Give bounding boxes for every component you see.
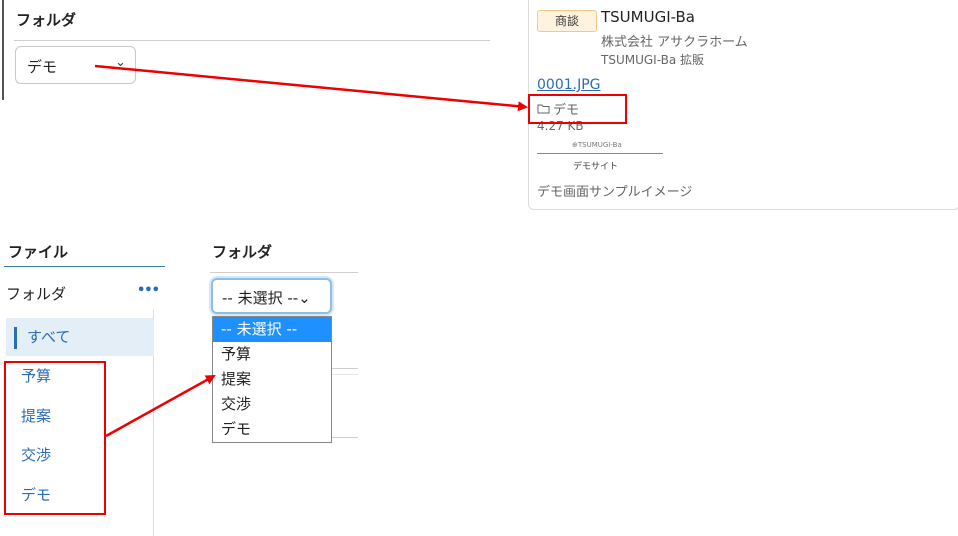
file-caption: デモ画面サンプルイメージ <box>537 185 693 200</box>
folder-select[interactable]: -- 未選択 --⌄ <box>211 278 332 314</box>
thumbnail-logo: ⊕TSUMUGI-Ba <box>572 141 622 149</box>
background-rule <box>330 437 358 438</box>
department-name: TSUMUGI-Ba 拡販 <box>601 53 705 67</box>
files-heading-rule <box>4 266 165 267</box>
deal-name: TSUMUGI-Ba <box>601 8 695 26</box>
sidebar-item-all[interactable]: すべて <box>6 318 154 356</box>
folder-select-value: デモ <box>27 58 58 76</box>
dropdown-option-demo[interactable]: デモ <box>213 417 331 442</box>
deal-badge: 商談 <box>537 10 597 32</box>
files-heading: ファイル <box>8 243 69 261</box>
panel-divider <box>2 0 4 100</box>
folder-heading: フォルダ <box>16 11 77 29</box>
dropdown-option-budget[interactable]: 予算 <box>213 342 331 367</box>
folder-dropdown-list: -- 未選択 -- 予算 提案 交渉 デモ <box>212 316 332 443</box>
folder-select[interactable]: デモ ⌄ <box>15 46 136 84</box>
highlight-box-sidebar <box>4 361 106 515</box>
folder-heading: フォルダ <box>212 243 273 261</box>
folder-section-label: フォルダ <box>6 285 67 303</box>
dropdown-option-unselected[interactable]: -- 未選択 -- <box>213 317 331 342</box>
folder-select-value: -- 未選択 --⌄ <box>222 289 311 307</box>
heading-rule <box>210 272 358 273</box>
chevron-down-icon: ⌄ <box>115 55 126 70</box>
background-rule <box>330 374 358 375</box>
background-rule <box>330 368 358 369</box>
file-thumbnail[interactable]: ⊕TSUMUGI-Ba デモサイト <box>537 141 663 175</box>
more-icon[interactable]: ••• <box>137 283 160 298</box>
thumbnail-subtitle: デモサイト <box>573 162 619 172</box>
highlight-box-folder <box>528 94 627 124</box>
file-link[interactable]: 0001.JPG <box>537 77 601 93</box>
sidebar-item-label: すべて <box>27 328 71 346</box>
thumbnail-rule <box>537 153 663 154</box>
arrow-to-card-folder <box>94 64 528 112</box>
heading-rule <box>14 40 490 41</box>
dropdown-option-negotiation[interactable]: 交渉 <box>213 392 331 417</box>
dropdown-option-proposal[interactable]: 提案 <box>213 367 331 392</box>
company-name: 株式会社 アサクラホーム <box>601 35 748 50</box>
